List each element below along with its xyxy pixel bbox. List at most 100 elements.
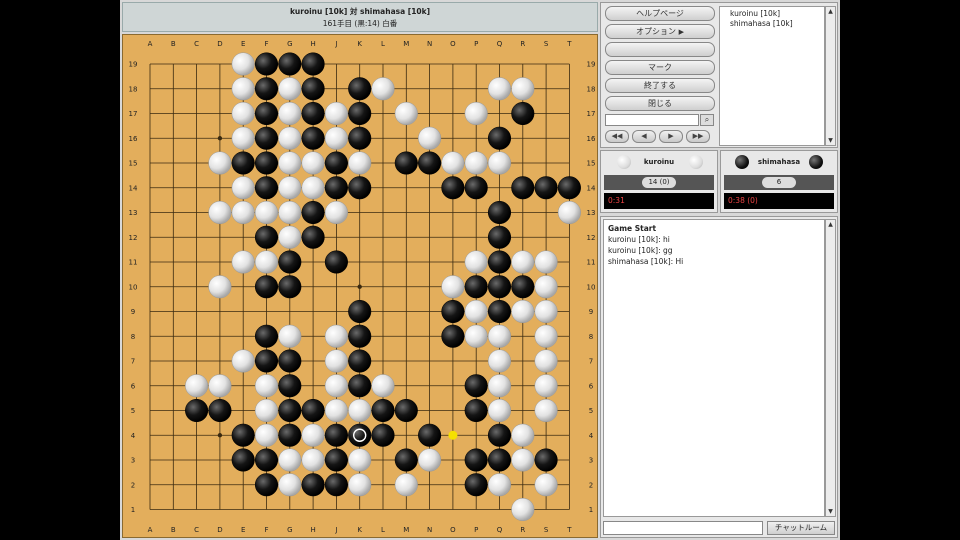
white-stone xyxy=(254,423,279,447)
hover-marker xyxy=(448,430,458,440)
white-stone xyxy=(487,151,512,175)
black-stone xyxy=(348,349,372,373)
white-stone xyxy=(487,324,512,348)
white-stone xyxy=(208,151,232,175)
black-stone xyxy=(324,151,348,175)
black-stone xyxy=(348,324,372,348)
row-label: 3 xyxy=(131,457,135,465)
scroll-up-icon[interactable]: ▲ xyxy=(826,220,835,229)
row-label: 17 xyxy=(587,110,596,118)
player-list-item[interactable]: kuroinu [10k] xyxy=(730,9,824,19)
black-stone xyxy=(301,77,325,101)
white-stone xyxy=(534,250,558,274)
column-label: H xyxy=(310,526,315,534)
white-stone xyxy=(231,77,255,101)
column-label: B xyxy=(171,40,176,48)
column-label: P xyxy=(474,40,478,48)
black-stone xyxy=(278,374,302,398)
go-client-window: kuroinu [10k] 対 shimahasa [10k] 161手目 (黒… xyxy=(120,0,840,540)
black-stone xyxy=(487,250,512,274)
mark-button[interactable]: マーク xyxy=(605,60,715,75)
player-list-item[interactable]: shimahasa [10k] xyxy=(730,19,824,29)
black-stone xyxy=(441,299,465,324)
first-move-button[interactable]: ◀◀ xyxy=(605,130,629,143)
player-list[interactable]: kuroinu [10k] shimahasa [10k] xyxy=(719,6,825,146)
black-stone xyxy=(254,225,279,249)
column-label: F xyxy=(264,40,268,48)
white-stone-icon xyxy=(689,155,703,169)
white-stone xyxy=(464,324,488,348)
row-label: 15 xyxy=(129,160,138,168)
column-label: D xyxy=(217,526,222,534)
white-stone xyxy=(534,275,558,299)
white-stone xyxy=(348,398,372,423)
white-captures-bar: 6 xyxy=(724,175,834,190)
white-stone xyxy=(534,473,558,497)
black-stone xyxy=(464,473,488,497)
search-icon[interactable]: ⌕ xyxy=(700,114,714,126)
chat-input[interactable] xyxy=(603,521,763,535)
black-stone xyxy=(348,101,372,126)
move-number-input[interactable] xyxy=(605,114,699,126)
go-board[interactable]: A A B B C C D D E E F F G G H H J J K K L L M M N N O O P P Q Q R R S S T T 19… xyxy=(122,34,598,538)
column-label: M xyxy=(403,526,409,534)
column-label: N xyxy=(427,40,432,48)
black-stone xyxy=(511,101,535,126)
column-label: S xyxy=(544,526,549,534)
black-stone xyxy=(185,398,209,423)
chat-scrollbar[interactable]: ▲ ▼ xyxy=(825,219,836,517)
star-point xyxy=(217,136,223,141)
white-stone xyxy=(278,200,302,225)
black-stone xyxy=(348,299,372,324)
last-move-button[interactable]: ▶▶ xyxy=(686,130,710,143)
board-canvas[interactable]: AABBCCDDEEFFGGHHJJKKLLMMNNOOPPQQRRSSTT19… xyxy=(123,35,599,539)
white-stone xyxy=(441,275,465,299)
white-stone xyxy=(324,126,348,150)
row-label: 4 xyxy=(589,432,594,440)
help-page-button[interactable]: ヘルプページ xyxy=(605,6,715,21)
options-button[interactable]: オプション ▶ xyxy=(605,24,715,39)
white-stone xyxy=(487,473,512,497)
end-game-button[interactable]: 終了する xyxy=(605,78,715,93)
row-label: 14 xyxy=(587,184,596,192)
white-stone xyxy=(348,151,372,175)
white-stone xyxy=(324,101,348,126)
row-label: 16 xyxy=(587,135,596,143)
black-stone xyxy=(208,398,232,423)
row-label: 6 xyxy=(589,382,594,390)
black-stone xyxy=(254,151,279,175)
black-stone xyxy=(278,275,302,299)
column-label: H xyxy=(310,40,315,48)
black-stone xyxy=(278,52,302,76)
next-move-button[interactable]: ▶ xyxy=(659,130,683,143)
white-stone xyxy=(278,77,302,101)
row-label: 10 xyxy=(587,283,596,291)
chat-room-button[interactable]: チャットルーム xyxy=(767,521,835,535)
white-stone xyxy=(231,101,255,126)
blank-button[interactable] xyxy=(605,42,715,57)
black-stone xyxy=(487,200,512,225)
black-stone xyxy=(231,151,255,175)
black-stone xyxy=(394,151,418,175)
prev-move-button[interactable]: ◀ xyxy=(632,130,656,143)
white-stone xyxy=(394,473,418,497)
white-stone xyxy=(301,151,325,175)
black-clock: 0:31 xyxy=(604,193,714,209)
column-label: C xyxy=(194,40,199,48)
scroll-down-icon[interactable]: ▼ xyxy=(826,507,835,516)
black-stone xyxy=(557,176,581,200)
black-stone xyxy=(254,324,279,348)
player-list-scrollbar[interactable]: ▲ ▼ xyxy=(825,6,836,146)
black-stone xyxy=(464,275,488,299)
scroll-down-icon[interactable]: ▼ xyxy=(826,136,835,145)
close-button[interactable]: 閉じる xyxy=(605,96,715,111)
scroll-up-icon[interactable]: ▲ xyxy=(826,7,835,16)
white-stone xyxy=(441,151,465,175)
white-stone xyxy=(301,176,325,200)
black-stone xyxy=(441,176,465,200)
column-label: B xyxy=(171,526,176,534)
white-stone xyxy=(231,52,255,76)
black-stone xyxy=(231,423,255,447)
chat-log[interactable]: Game Start kuroinu [10k]: hi kuroinu [10… xyxy=(603,219,825,517)
white-player-panel: shimahasa 6 0:38 (0) xyxy=(720,150,838,213)
